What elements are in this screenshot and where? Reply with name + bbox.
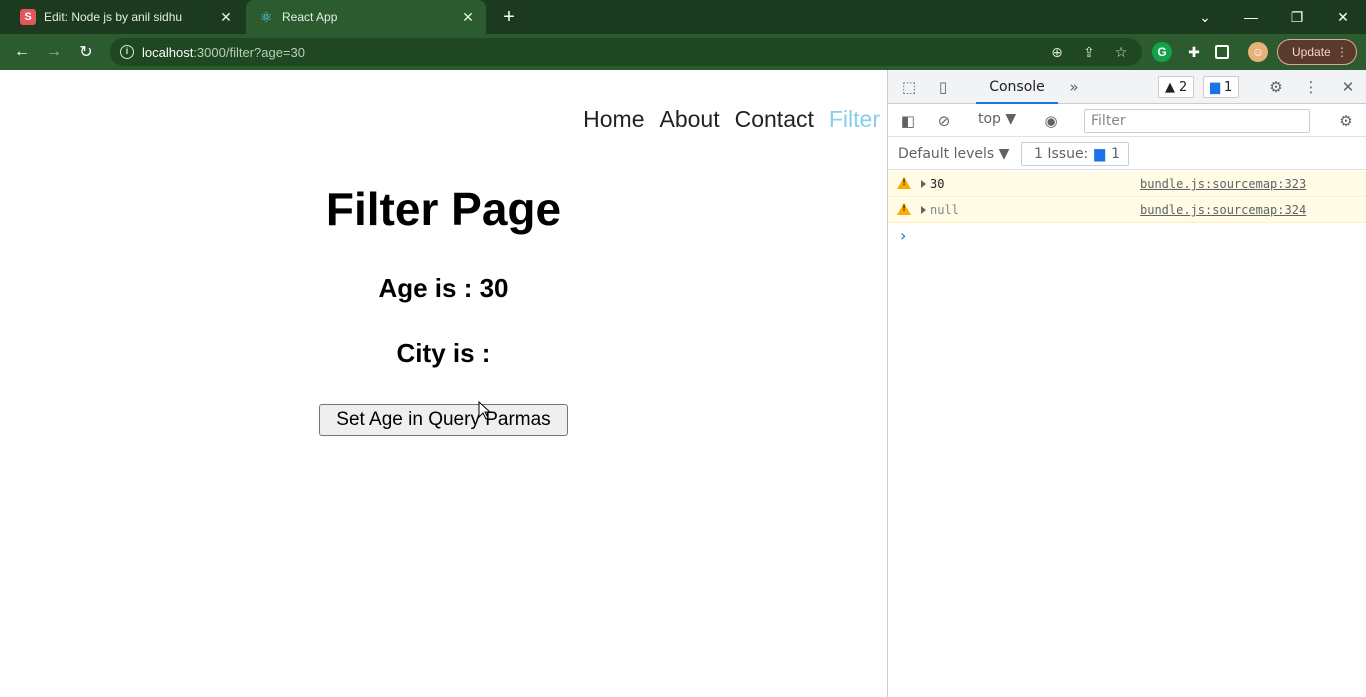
tab-edit-node[interactable]: S Edit: Node js by anil sidhu ✕ bbox=[8, 0, 244, 34]
tab-console[interactable]: Console bbox=[976, 70, 1058, 104]
log-source-link[interactable]: bundle.js:sourcemap:324 bbox=[1140, 203, 1306, 217]
gear-icon[interactable]: ⚙ bbox=[1266, 77, 1286, 97]
tab-title: React App bbox=[282, 10, 338, 24]
warnings-badge[interactable]: ▲ 2 bbox=[1158, 76, 1195, 98]
expand-triangle-icon[interactable] bbox=[921, 180, 926, 188]
react-favicon-icon: ⚛ bbox=[259, 8, 273, 25]
nav-contact-link[interactable]: Contact bbox=[735, 106, 814, 133]
back-icon[interactable]: ← bbox=[10, 40, 34, 64]
close-window-icon[interactable]: ✕ bbox=[1320, 0, 1366, 34]
close-icon[interactable]: ✕ bbox=[458, 9, 478, 26]
messages-badge[interactable]: ▆ 1 bbox=[1203, 76, 1240, 98]
log-value: 30 bbox=[930, 177, 945, 191]
minimize-icon[interactable]: — bbox=[1228, 0, 1274, 34]
warn-count: 2 bbox=[1179, 79, 1188, 95]
close-icon[interactable]: ✕ bbox=[1338, 77, 1358, 97]
warning-icon: ▲ bbox=[1165, 79, 1175, 95]
nav-about-link[interactable]: About bbox=[660, 106, 720, 133]
devtools-panel: ⬚ ▯ Console » ▲ 2 ▆ 1 ⚙ ⋮ ✕ ◧ ⊘ top ▼ ◉ … bbox=[887, 70, 1366, 697]
issues-label: 1 Issue: bbox=[1034, 146, 1089, 162]
star-icon[interactable]: ☆ bbox=[1111, 42, 1131, 62]
msg-count: 1 bbox=[1224, 79, 1233, 95]
expand-triangle-icon[interactable] bbox=[921, 206, 926, 214]
console-log-row[interactable]: 30 bundle.js:sourcemap:323 bbox=[888, 172, 1366, 197]
set-age-button[interactable]: Set Age in Query Parmas bbox=[319, 404, 568, 436]
sidebar-toggle-icon[interactable]: ◧ bbox=[898, 111, 918, 131]
url-path: :3000/filter?age=30 bbox=[193, 44, 305, 60]
tab-react-app[interactable]: ⚛ React App ✕ bbox=[246, 0, 486, 34]
levels-bar: Default levels ▼ 1 Issue: ▆ 1 bbox=[888, 138, 1366, 170]
issues-count: 1 bbox=[1111, 146, 1120, 162]
console-prompt-icon[interactable]: › bbox=[900, 226, 906, 245]
chevron-down-icon[interactable]: ⌄ bbox=[1182, 0, 1228, 34]
console-log-row[interactable]: null bundle.js:sourcemap:324 bbox=[888, 198, 1366, 223]
device-toolbar-icon[interactable]: ▯ bbox=[933, 77, 953, 97]
site-nav: Home About Contact Filter bbox=[583, 106, 880, 133]
page-viewport: Home About Contact Filter Filter Page Ag… bbox=[0, 70, 887, 697]
new-tab-icon[interactable]: + bbox=[498, 6, 520, 28]
context-select[interactable]: top ▼ bbox=[978, 111, 1016, 127]
message-icon: ▆ bbox=[1210, 79, 1220, 95]
message-icon: ▆ bbox=[1094, 146, 1106, 162]
info-icon[interactable]: i bbox=[120, 45, 134, 59]
more-vertical-icon[interactable]: ⋮ bbox=[1301, 77, 1321, 97]
default-levels-select[interactable]: Default levels ▼ bbox=[898, 146, 1009, 162]
mouse-cursor-icon bbox=[478, 401, 490, 420]
update-button[interactable]: Update ⋮ bbox=[1277, 39, 1357, 65]
gear-icon[interactable]: ⚙ bbox=[1336, 111, 1356, 131]
clear-console-icon[interactable]: ⊘ bbox=[934, 111, 954, 131]
filter-input[interactable]: Filter bbox=[1084, 109, 1310, 133]
update-label: Update bbox=[1292, 45, 1331, 59]
log-value: null bbox=[930, 203, 959, 217]
warning-icon bbox=[897, 203, 911, 215]
restore-icon[interactable]: ❐ bbox=[1274, 0, 1320, 34]
reload-icon[interactable]: ↻ bbox=[74, 40, 98, 64]
eye-icon[interactable]: ◉ bbox=[1041, 111, 1061, 131]
more-tabs-icon[interactable]: » bbox=[1064, 77, 1084, 97]
extensions-icon[interactable]: ✚ bbox=[1184, 42, 1204, 62]
nav-filter-link[interactable]: Filter bbox=[829, 106, 880, 133]
avatar[interactable]: ☺ bbox=[1248, 42, 1268, 62]
s-favicon-icon: S bbox=[20, 9, 36, 25]
grammarly-icon[interactable]: G bbox=[1152, 42, 1172, 62]
side-panel-icon[interactable] bbox=[1215, 45, 1229, 59]
tab-strip: S Edit: Node js by anil sidhu ✕ ⚛ React … bbox=[0, 0, 1366, 34]
devtools-tabbar: ⬚ ▯ Console » ▲ 2 ▆ 1 ⚙ ⋮ ✕ bbox=[888, 70, 1366, 104]
forward-icon[interactable]: → bbox=[42, 40, 66, 64]
address-bar[interactable]: i localhost:3000/filter?age=30 bbox=[110, 38, 1142, 66]
url-text[interactable]: localhost:3000/filter?age=30 bbox=[142, 45, 305, 60]
tab-title: Edit: Node js by anil sidhu bbox=[44, 10, 183, 24]
page-title: Filter Page bbox=[325, 183, 562, 235]
nav-home-link[interactable]: Home bbox=[583, 106, 644, 133]
issues-button[interactable]: 1 Issue: ▆ 1 bbox=[1021, 142, 1129, 166]
inspect-element-icon[interactable]: ⬚ bbox=[899, 77, 919, 97]
city-text: City is : bbox=[396, 338, 491, 368]
warning-icon bbox=[897, 177, 911, 189]
more-vertical-icon: ⋮ bbox=[1336, 45, 1348, 59]
log-source-link[interactable]: bundle.js:sourcemap:323 bbox=[1140, 177, 1306, 191]
console-filterbar: ◧ ⊘ top ▼ ◉ Filter ⚙ bbox=[888, 105, 1366, 137]
browser-toolbar: ← → ↻ i localhost:3000/filter?age=30 ⊕ ⇪… bbox=[0, 34, 1366, 70]
age-text: Age is : 30 bbox=[378, 273, 509, 303]
share-icon[interactable]: ⇪ bbox=[1079, 42, 1099, 62]
zoom-icon[interactable]: ⊕ bbox=[1047, 42, 1067, 62]
url-host: localhost bbox=[142, 44, 194, 60]
close-icon[interactable]: ✕ bbox=[216, 9, 236, 26]
